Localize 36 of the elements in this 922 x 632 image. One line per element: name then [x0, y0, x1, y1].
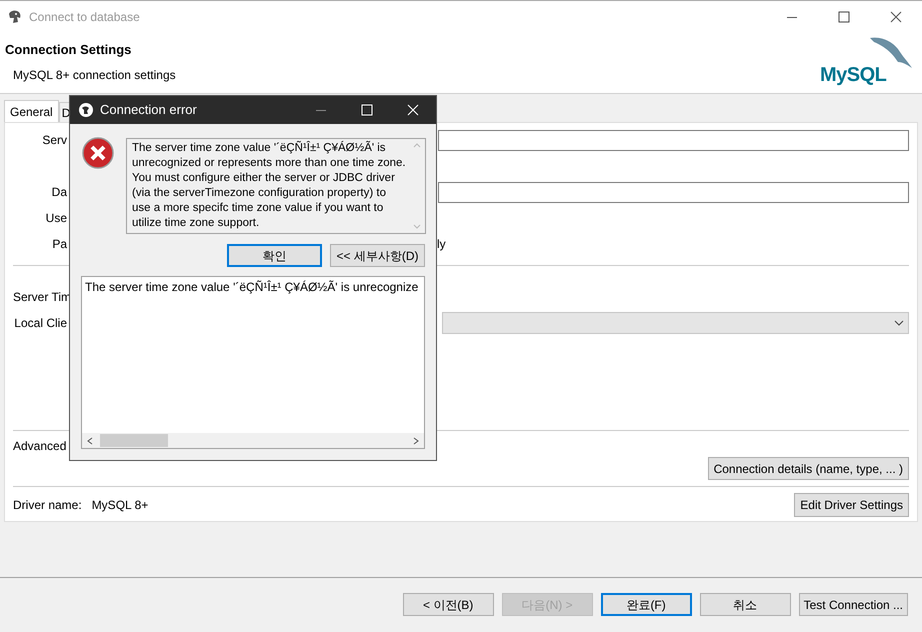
scrollbar-thumb[interactable] [100, 434, 168, 447]
wizard-button[interactable]: Test Connection ... [798, 593, 908, 616]
field-label: Use [46, 210, 67, 227]
dialog-button[interactable]: << 세부사항(D) [330, 244, 425, 267]
dialog-button[interactable]: 확인 [227, 244, 322, 267]
driver-name: MySQL 8+ [92, 497, 148, 514]
driver-label: Driver name: [13, 497, 82, 514]
window-title: Connect to database [29, 8, 140, 26]
scroll-left-icon[interactable] [87, 436, 93, 444]
header-title: Connection Settings [5, 41, 132, 59]
field-label: Serv [42, 132, 67, 149]
input-field[interactable] [438, 130, 909, 150]
error-icon [82, 137, 114, 169]
mysql-logo: MySQL [814, 34, 914, 86]
dialog-title: Connection error [100, 101, 197, 120]
maximize-icon[interactable] [838, 10, 850, 22]
error-message: The server time zone value '´ëÇÑ¹Î±¹ Ç¥ÁØ½Ã' is unrecognized or represents more than one time zone. You must configure either the server or JDBC driver (via the serverTimezone configuration property) to use a more specifc time zone value if you want to utilize time zone support. [131, 140, 407, 231]
close-icon[interactable] [890, 10, 902, 22]
scroll-right-icon[interactable] [413, 436, 419, 444]
app-icon [7, 8, 23, 24]
header-subtitle: MySQL 8+ connection settings [12, 66, 176, 84]
app-icon [78, 102, 94, 118]
edit-driver-button[interactable]: Edit Driver Settings [794, 493, 909, 517]
option-text: ly [437, 236, 446, 253]
field-label: Pa [52, 236, 67, 253]
wizard-button[interactable]: 취소 [700, 593, 791, 616]
tab[interactable]: General [4, 100, 59, 122]
wizard-button[interactable]: < 이전(B) [402, 593, 494, 616]
connection-details-button[interactable]: Connection details (name, type, ... ) [708, 457, 909, 480]
field-label: Local Clie [14, 315, 67, 332]
field-label: Da [52, 184, 67, 201]
input-field[interactable] [438, 182, 909, 202]
section-label: Advanced [13, 438, 66, 453]
details-text: The server time zone value '´ëÇÑ¹Î±¹ Ç¥ÁØ½Ã' is unrecognize [84, 279, 420, 296]
chevron-down-icon [894, 320, 904, 326]
wizard-button[interactable]: 완료(F) [600, 593, 692, 616]
